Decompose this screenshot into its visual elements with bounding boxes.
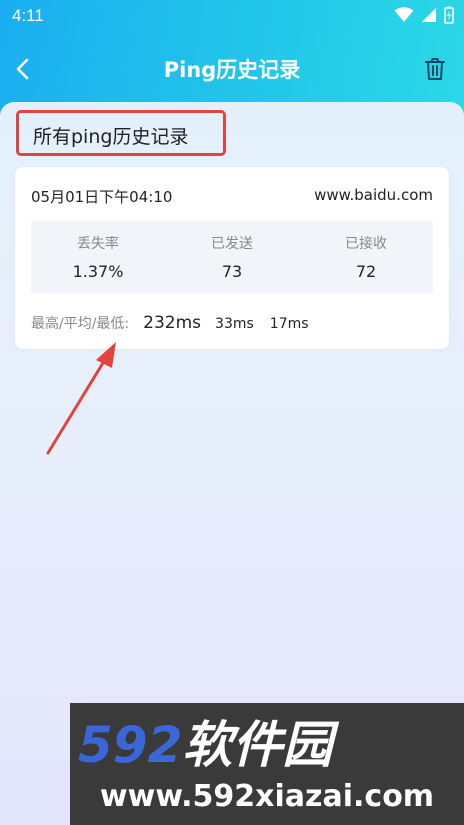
stat-value: 72 <box>355 262 377 281</box>
stat-label: 已接收 <box>345 236 387 252</box>
history-card[interactable]: 05月01日下午04:10 www.baidu.com 丢失率 1.37% 已发… <box>15 167 449 349</box>
status-time: 4:11 <box>12 6 44 25</box>
latency-min: 17ms <box>269 316 309 332</box>
section-title-highlight: 所有ping历史记录 <box>16 110 226 156</box>
stat-value: 73 <box>221 262 243 281</box>
app-bar: Ping历史记录 <box>0 40 464 98</box>
stat-loss-rate: 丢失率 1.37% <box>31 221 165 293</box>
history-host: www.baidu.com <box>314 186 433 204</box>
delete-history-button[interactable] <box>418 52 452 86</box>
trash-icon <box>425 58 445 80</box>
watermark-brand: 软件园 <box>182 716 333 774</box>
stat-label: 已发送 <box>211 236 253 252</box>
watermark-logo: 592软件园 <box>78 717 332 773</box>
section-title: 所有ping历史记录 <box>33 126 189 148</box>
battery-charging-icon <box>444 6 454 28</box>
page-title: Ping历史记录 <box>163 58 301 82</box>
cell-signal-icon <box>421 7 437 27</box>
stat-sent: 已发送 73 <box>165 221 299 293</box>
stats-panel: 丢失率 1.37% 已发送 73 已接收 72 <box>31 221 433 293</box>
watermark: 592软件园 www.592xiazai.com <box>70 703 464 825</box>
status-icons <box>394 6 454 28</box>
latency-avg: 33ms <box>215 316 254 332</box>
stat-received: 已接收 72 <box>299 221 433 293</box>
stat-label: 丢失率 <box>77 236 119 252</box>
latency-max: 232ms <box>143 313 202 333</box>
watermark-number: 592 <box>78 716 183 774</box>
history-date: 05月01日下午04:10 <box>31 188 173 206</box>
stat-value: 1.37% <box>72 262 124 281</box>
wifi-icon <box>394 7 414 27</box>
watermark-url: www.592xiazai.com <box>99 779 435 814</box>
latency-row: 最高/平均/最低: 232ms 33ms 17ms <box>31 313 325 333</box>
latency-label: 最高/平均/最低: <box>31 316 130 332</box>
status-bar: 4:11 <box>0 0 464 34</box>
annotation-arrow <box>46 342 116 455</box>
